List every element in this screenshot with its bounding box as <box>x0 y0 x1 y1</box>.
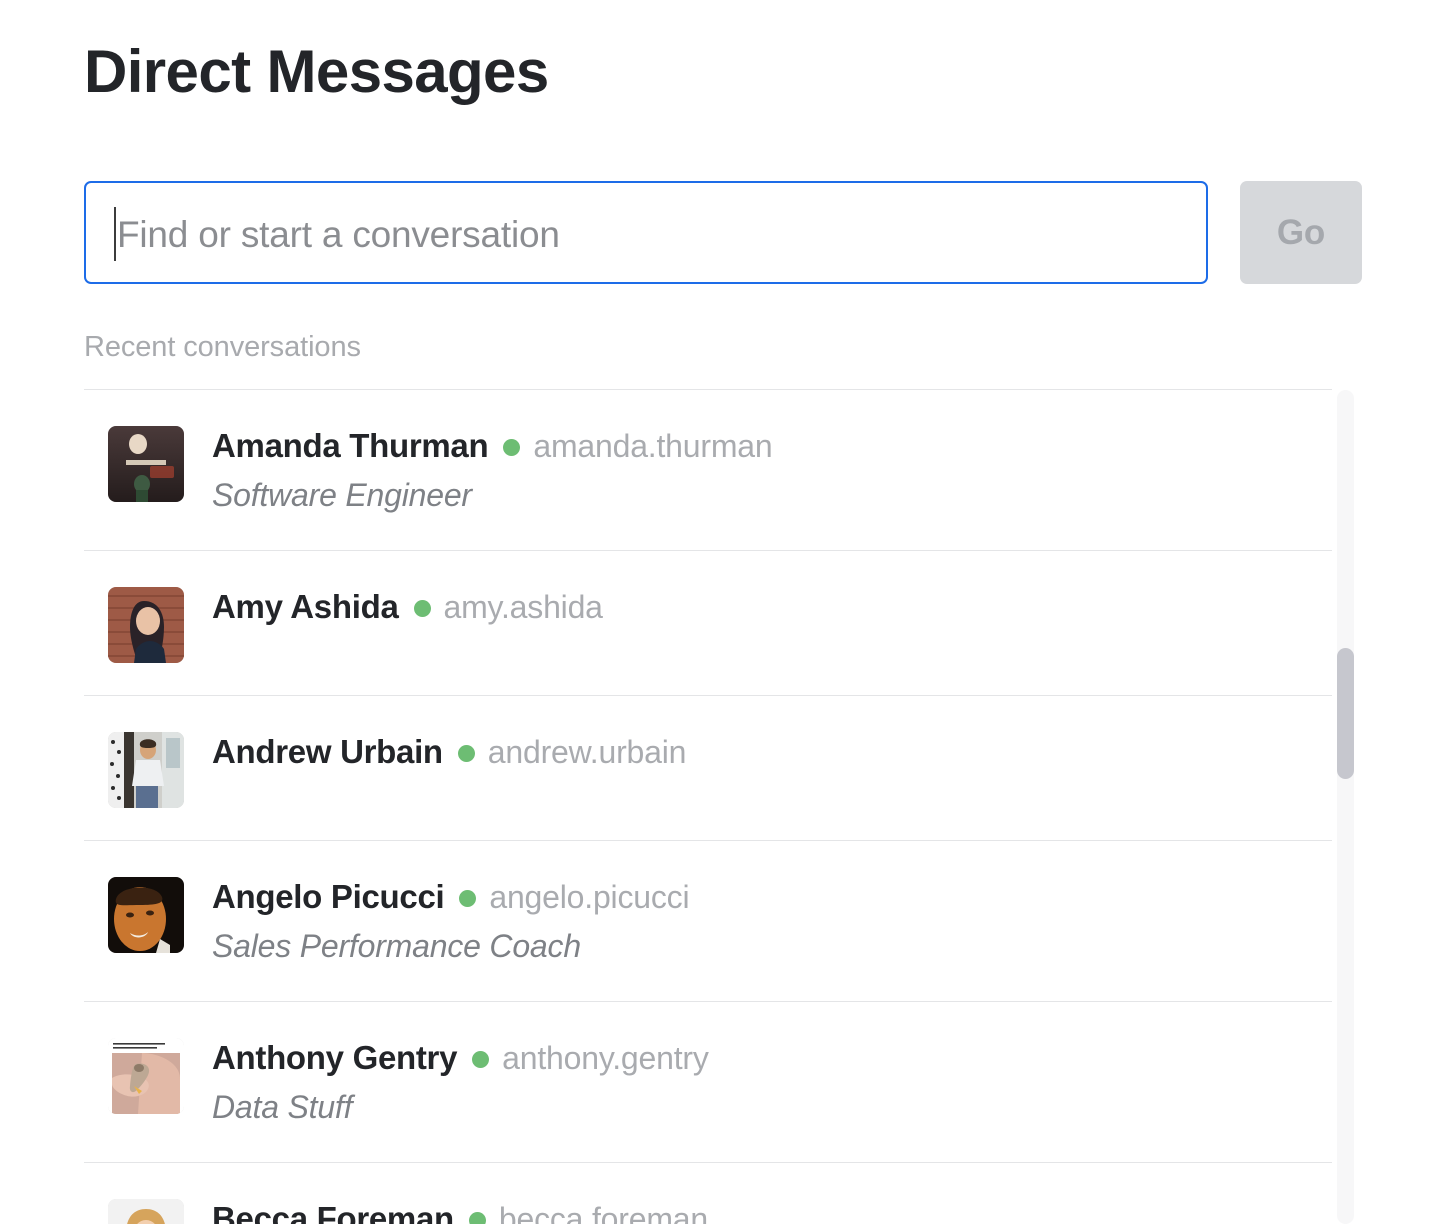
conversation-identity-line: Angelo Picucci angelo.picucci <box>212 875 690 919</box>
conversation-display-name: Anthony Gentry <box>212 1039 458 1076</box>
presence-active-icon <box>459 889 477 907</box>
conversation-display-name: Andrew Urbain <box>212 733 443 770</box>
presence-active-icon <box>413 599 431 617</box>
conversation-display-name: Amanda Thurman <box>212 427 489 464</box>
presence-active-icon <box>472 1050 490 1068</box>
conversation-text: Angelo Picucci angelo.picucci Sales Perfor… <box>212 873 690 969</box>
avatar <box>108 426 184 502</box>
conversation-identity-line: Becca Foreman becca.foreman <box>212 1197 708 1224</box>
avatar <box>108 732 184 808</box>
conversation-display-name: Becca Foreman <box>212 1200 454 1224</box>
conversation-list-item[interactable]: Amanda Thurman amanda.thurman Software Eng… <box>84 389 1332 550</box>
conversation-list-item[interactable]: Angelo Picucci angelo.picucci Sales Perfor… <box>84 840 1332 1001</box>
conversation-identity-line: Andrew Urbain andrew.urbain <box>212 730 686 774</box>
conversation-handle: angelo.picucci <box>489 879 690 915</box>
conversation-list-item[interactable]: Andrew Urbain andrew.urbain <box>84 695 1332 840</box>
search-input-placeholder: Find or start a conversation <box>117 213 560 255</box>
conversation-role-title: Sales Performance Coach <box>212 928 581 964</box>
presence-active-icon <box>468 1211 486 1224</box>
scrollbar-thumb[interactable] <box>1337 648 1354 779</box>
search-input[interactable]: Find or start a conversation <box>84 181 1208 284</box>
conversation-text: Becca Foreman becca.foreman <box>212 1195 708 1224</box>
search-row: Find or start a conversation Go <box>84 181 1362 284</box>
go-button[interactable]: Go <box>1240 181 1362 284</box>
conversation-text: Amy Ashida amy.ashida <box>212 583 603 629</box>
conversation-display-name: Amy Ashida <box>212 588 399 625</box>
conversation-handle: anthony.gentry <box>502 1040 709 1076</box>
presence-active-icon <box>457 744 475 762</box>
conversation-identity-line: Anthony Gentry anthony.gentry <box>212 1036 709 1080</box>
direct-messages-page: Direct Messages Find or start a conversa… <box>0 0 1438 1224</box>
scrollbar-track[interactable] <box>1337 390 1354 1224</box>
text-caret <box>114 207 116 261</box>
conversation-role-title: Data Stuff <box>212 1089 353 1125</box>
presence-active-icon <box>503 438 521 456</box>
conversation-handle: becca.foreman <box>498 1201 708 1224</box>
conversation-text: Anthony Gentry anthony.gentry Data Stuff <box>212 1034 709 1130</box>
page-title: Direct Messages <box>84 38 549 105</box>
conversation-list-scroll-area[interactable]: Amanda Thurman amanda.thurman Software Eng… <box>84 389 1362 1224</box>
conversation-identity-line: Amanda Thurman amanda.thurman <box>212 424 773 468</box>
conversation-text: Andrew Urbain andrew.urbain <box>212 728 686 774</box>
conversation-list-item[interactable]: Becca Foreman becca.foreman <box>84 1162 1332 1224</box>
avatar <box>108 1199 184 1224</box>
conversation-handle: amanda.thurman <box>533 428 773 464</box>
conversation-list-item[interactable]: Amy Ashida amy.ashida <box>84 550 1332 695</box>
conversation-role-title: Software Engineer <box>212 477 472 513</box>
conversation-handle: amy.ashida <box>443 589 603 625</box>
conversation-display-name: Angelo Picucci <box>212 878 445 915</box>
recent-conversations-label: Recent conversations <box>84 331 361 363</box>
avatar <box>108 587 184 663</box>
conversation-list: Amanda Thurman amanda.thurman Software Eng… <box>84 389 1332 1224</box>
conversation-text: Amanda Thurman amanda.thurman Software Eng… <box>212 422 773 518</box>
avatar <box>108 1038 184 1114</box>
conversation-list-item[interactable]: Anthony Gentry anthony.gentry Data Stuff <box>84 1001 1332 1162</box>
avatar <box>108 877 184 953</box>
conversation-identity-line: Amy Ashida amy.ashida <box>212 585 603 629</box>
conversation-handle: andrew.urbain <box>487 734 687 770</box>
